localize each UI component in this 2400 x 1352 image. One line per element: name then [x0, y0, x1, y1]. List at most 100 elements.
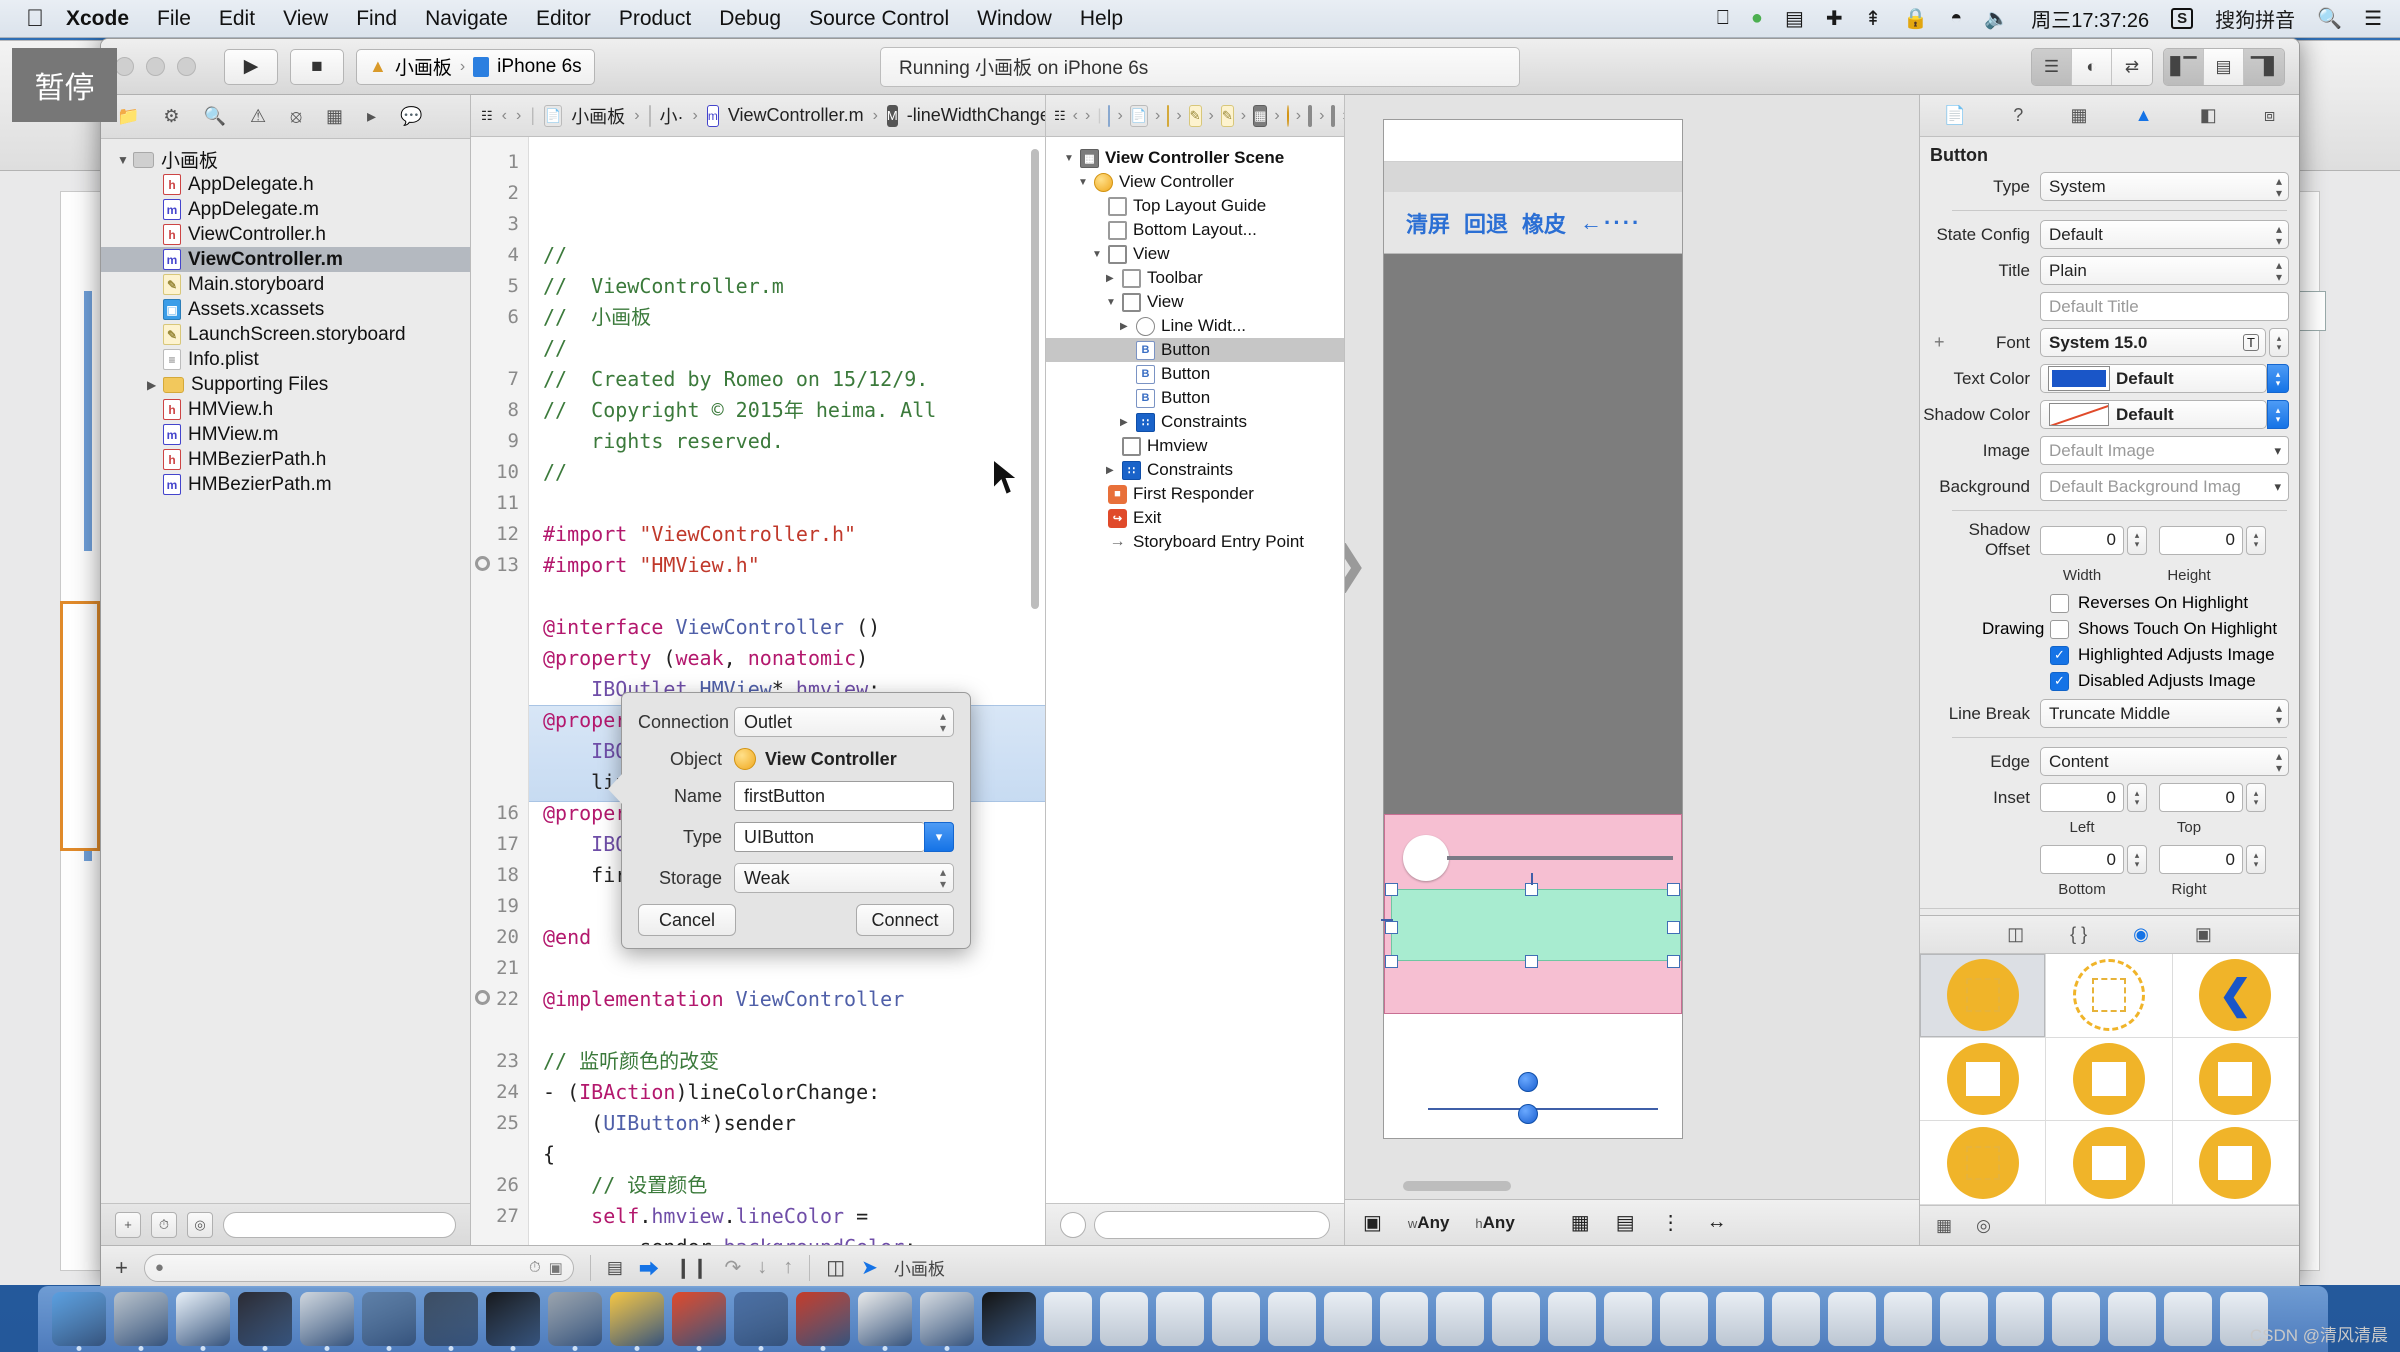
step-flag-icon[interactable]: ⮕	[639, 1253, 659, 1282]
test-icon[interactable]: ⦻	[290, 106, 302, 127]
dock-item-system-preferences[interactable]	[548, 1292, 602, 1346]
constraint-badge[interactable]	[1518, 1072, 1538, 1092]
shadow-color-control[interactable]: Default	[2040, 400, 2267, 429]
step-over-icon[interactable]: ↷	[724, 1255, 741, 1280]
menu-clock[interactable]: 周三17:37:26	[2031, 4, 2149, 33]
selected-button-row[interactable]	[1391, 889, 1681, 961]
menu-item-window[interactable]: Window	[977, 7, 1052, 31]
title-text-input[interactable]: Default Title	[2040, 292, 2289, 321]
navigator-row[interactable]: ▶hAppDelegate.h	[101, 172, 470, 197]
dock-item-sublime[interactable]	[424, 1292, 478, 1346]
chevron-down-icon[interactable]: ▾	[2274, 479, 2281, 495]
dock-minimized-window[interactable]	[1604, 1292, 1652, 1346]
disclosure-triangle-right-icon[interactable]: ▶	[1120, 417, 1136, 428]
window-close-button[interactable]	[115, 57, 134, 76]
inset-top-input[interactable]: 0	[2159, 783, 2243, 812]
dock-minimized-window[interactable]	[1156, 1292, 1204, 1346]
related-items-icon[interactable]: ☷	[481, 105, 493, 127]
related-items-icon[interactable]: ☷	[1054, 105, 1066, 127]
navigator-toggle-icon[interactable]: ▊▔	[2164, 48, 2204, 85]
dock-minimized-window[interactable]	[2164, 1292, 2212, 1346]
dock-minimized-window[interactable]	[1380, 1292, 1428, 1346]
storyboard-icon[interactable]: ✎	[1220, 104, 1234, 127]
back-arrow-icon[interactable]: ‹	[502, 107, 507, 125]
dock-minimized-window[interactable]	[2052, 1292, 2100, 1346]
outline-filter-icon[interactable]	[1060, 1211, 1086, 1238]
outline-tree[interactable]: ▼▦View Controller Scene▼View Controller▶…	[1046, 137, 1344, 1203]
dock-item-iterm[interactable]	[982, 1292, 1036, 1346]
add-font-variation-icon[interactable]: +	[1934, 332, 1945, 353]
dock-minimized-window[interactable]	[2108, 1292, 2156, 1346]
input-method-badge-icon[interactable]: S	[2171, 8, 2194, 29]
jumpbar-method[interactable]: -lineWidthChange:	[907, 105, 1055, 126]
checkbox-box[interactable]	[2050, 619, 2069, 639]
window-zoom-button[interactable]	[177, 57, 196, 76]
identity-inspector-icon[interactable]: ▦	[2070, 105, 2087, 126]
stop-button[interactable]: ■	[290, 48, 344, 85]
dock-item-sketch[interactable]	[610, 1292, 664, 1346]
scheme-selector[interactable]: ▲ 小画板 › iPhone 6s	[356, 48, 595, 85]
notification-center-icon[interactable]: ☰	[2364, 6, 2382, 31]
object-library-icon[interactable]: ◉	[2133, 924, 2149, 945]
phone-toolbar[interactable]: 清屏 回退 橡皮 ←····	[1384, 192, 1682, 254]
clear-filter-icon[interactable]: ▣	[549, 1259, 563, 1277]
scene-icon[interactable]: ▦	[1253, 104, 1268, 127]
dock-item-terminal[interactable]	[486, 1292, 540, 1346]
quick-help-icon[interactable]: ?	[2013, 105, 2023, 126]
dock-minimized-window[interactable]	[1548, 1292, 1596, 1346]
edge-select[interactable]: Content ▴ ▾	[2040, 747, 2289, 776]
navigator-row[interactable]: ▶✎LaunchScreen.storyboard	[101, 322, 470, 347]
iphone-scene[interactable]: 清屏 回退 橡皮 ←····	[1381, 119, 1683, 1139]
navigator-row[interactable]: ▶mAppDelegate.m	[101, 197, 470, 222]
connect-button[interactable]: Connect	[856, 904, 954, 936]
editor-scrollbar[interactable]	[1031, 149, 1039, 609]
dock-minimized-window[interactable]	[1492, 1292, 1540, 1346]
add-breakpoint-button[interactable]: +	[115, 1255, 128, 1281]
outline-row[interactable]: ▼ ▦ View Controller Scene	[1046, 146, 1344, 170]
search-icon[interactable]: 🔍	[204, 106, 226, 127]
view-object[interactable]	[1920, 954, 2047, 1038]
navigator-row[interactable]: ▶✎Main.storyboard	[101, 272, 470, 297]
canvas-horizontal-scrollbar[interactable]	[1403, 1181, 1511, 1191]
wifi-icon[interactable]: ◓	[1950, 7, 1962, 30]
inset-right-stepper[interactable]: ▴ ▾	[2246, 845, 2266, 874]
jumpbar-project[interactable]: 小画板	[571, 103, 625, 129]
screen-record-icon[interactable]: ▤	[1785, 6, 1804, 31]
checkbox-box[interactable]: ✓	[2050, 671, 2069, 691]
phone-controls-panel[interactable]	[1381, 814, 1682, 1014]
dock-minimized-window[interactable]	[1940, 1292, 1988, 1346]
slider-knob[interactable]	[1403, 835, 1449, 881]
issue-icon[interactable]: ⚠	[250, 106, 266, 127]
menu-item-product[interactable]: Product	[619, 7, 691, 31]
name-input[interactable]: firstButton	[734, 781, 954, 811]
outline-row[interactable]: ▶BButton	[1046, 362, 1344, 386]
selection-handle[interactable]	[1667, 921, 1680, 934]
selection-handle[interactable]	[1525, 955, 1538, 968]
checkbox-highlighted-adjusts-image[interactable]: ✓ Highlighted Adjusts Image	[2050, 645, 2299, 665]
disclosure-triangle-right-icon[interactable]: ▶	[1106, 465, 1122, 476]
dock-minimized-window[interactable]	[1212, 1292, 1260, 1346]
dock-item-mouse-app[interactable]	[238, 1292, 292, 1346]
menu-item-navigate[interactable]: Navigate	[425, 7, 508, 31]
project-navigator-tree[interactable]: ▼ 小画板 ▶hAppDelegate.h▶mAppDelegate.m▶hVi…	[101, 139, 470, 1203]
debug-filter-input[interactable]: ● ⏱ ▣	[143, 1253, 574, 1282]
device-icon[interactable]: ◫	[826, 1255, 845, 1280]
dock-minimized-window[interactable]	[1828, 1292, 1876, 1346]
dock-item-safari[interactable]	[176, 1292, 230, 1346]
outline-row[interactable]: ▶Hmview	[1046, 434, 1344, 458]
shadow-offset-width-stepper[interactable]: ▴ ▾	[2127, 525, 2147, 555]
text-color-stepper[interactable]: ▴ ▾	[2267, 364, 2289, 393]
inspector-content[interactable]: Button Type System ▴ ▾ State Config Defau…	[1920, 137, 2299, 915]
standard-editor-icon[interactable]: ☰	[2032, 48, 2072, 85]
dock-minimized-window[interactable]	[1996, 1292, 2044, 1346]
inset-top-stepper[interactable]: ▴ ▾	[2246, 783, 2266, 812]
inset-right-input[interactable]: 0	[2159, 845, 2243, 874]
resizing-behaviour-icon[interactable]: ↔	[1707, 1211, 1727, 1234]
assistant-editor-icon[interactable]	[1108, 104, 1111, 127]
outline-row[interactable]: ▶→Storyboard Entry Point	[1046, 530, 1344, 554]
outline-jump-bar[interactable]: ☷ ‹ › | › 📄 › › ✎ › ✎ › ▦ › › ›	[1046, 95, 1344, 137]
text-color-control[interactable]: Default	[2040, 364, 2267, 393]
selection-handle[interactable]	[1385, 955, 1398, 968]
font-picker-icon[interactable]: T	[2243, 334, 2259, 351]
dashed-container-object[interactable]	[2046, 954, 2173, 1038]
